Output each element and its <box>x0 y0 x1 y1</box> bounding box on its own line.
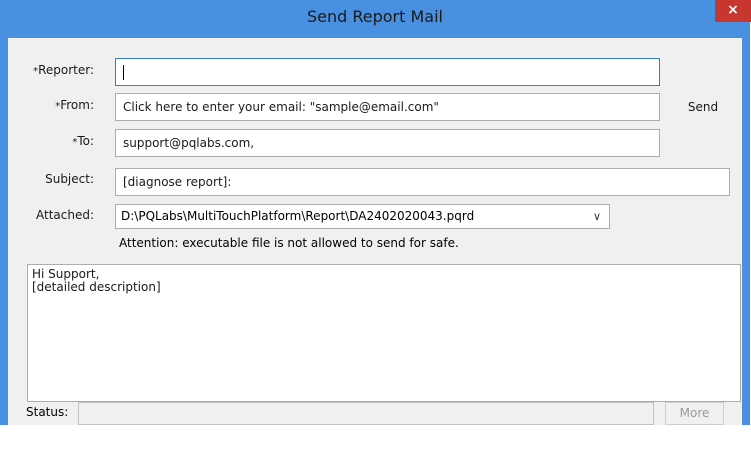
to-label: *To: <box>14 134 94 148</box>
close-icon: × <box>727 2 739 18</box>
attached-label-text: Attached: <box>35 208 94 222</box>
subject-label: Subject: <box>14 172 94 186</box>
reporter-label-text: Reporter: <box>38 63 94 77</box>
title-bar[interactable]: Send Report Mail × <box>0 0 751 38</box>
send-button[interactable]: Send <box>668 93 738 121</box>
chevron-down-icon[interactable]: ∨ <box>593 205 601 228</box>
reporter-label: *Reporter: <box>14 63 94 77</box>
status-label: Status: <box>26 405 69 419</box>
more-button[interactable]: More <box>665 402 724 425</box>
subject-label-text: Subject: <box>45 172 94 186</box>
to-label-text: To: <box>77 134 94 148</box>
dialog-client-area: *Reporter: *From: Click here to enter yo… <box>8 38 742 418</box>
send-report-mail-window: Send Report Mail × *Reporter: *From: Cli… <box>0 0 751 425</box>
from-label: *From: <box>14 98 94 112</box>
attention-note: Attention: executable file is not allowe… <box>119 236 459 250</box>
status-row: Status: More <box>8 402 742 425</box>
from-email-field[interactable]: Click here to enter your email: "sample@… <box>115 93 660 121</box>
to-value: support@pqlabs.com, <box>123 136 255 150</box>
from-value: Click here to enter your email: "sample@… <box>123 100 439 114</box>
close-button[interactable]: × <box>715 0 751 22</box>
message-body-textarea[interactable]: Hi Support, [detailed description] <box>27 264 741 402</box>
to-email-field[interactable]: support@pqlabs.com, <box>115 129 660 157</box>
subject-value: [diagnose report]: <box>123 175 232 189</box>
window-title: Send Report Mail <box>306 7 443 26</box>
attached-file-select[interactable]: D:\PQLabs\MultiTouchPlatform\Report\DA24… <box>115 204 610 229</box>
subject-field[interactable]: [diagnose report]: <box>115 168 730 196</box>
attached-label: Attached: <box>14 208 94 222</box>
attached-value: D:\PQLabs\MultiTouchPlatform\Report\DA24… <box>121 209 475 223</box>
reporter-input[interactable] <box>115 58 660 86</box>
from-label-text: From: <box>60 98 94 112</box>
text-caret <box>123 65 124 80</box>
status-field <box>78 402 654 425</box>
